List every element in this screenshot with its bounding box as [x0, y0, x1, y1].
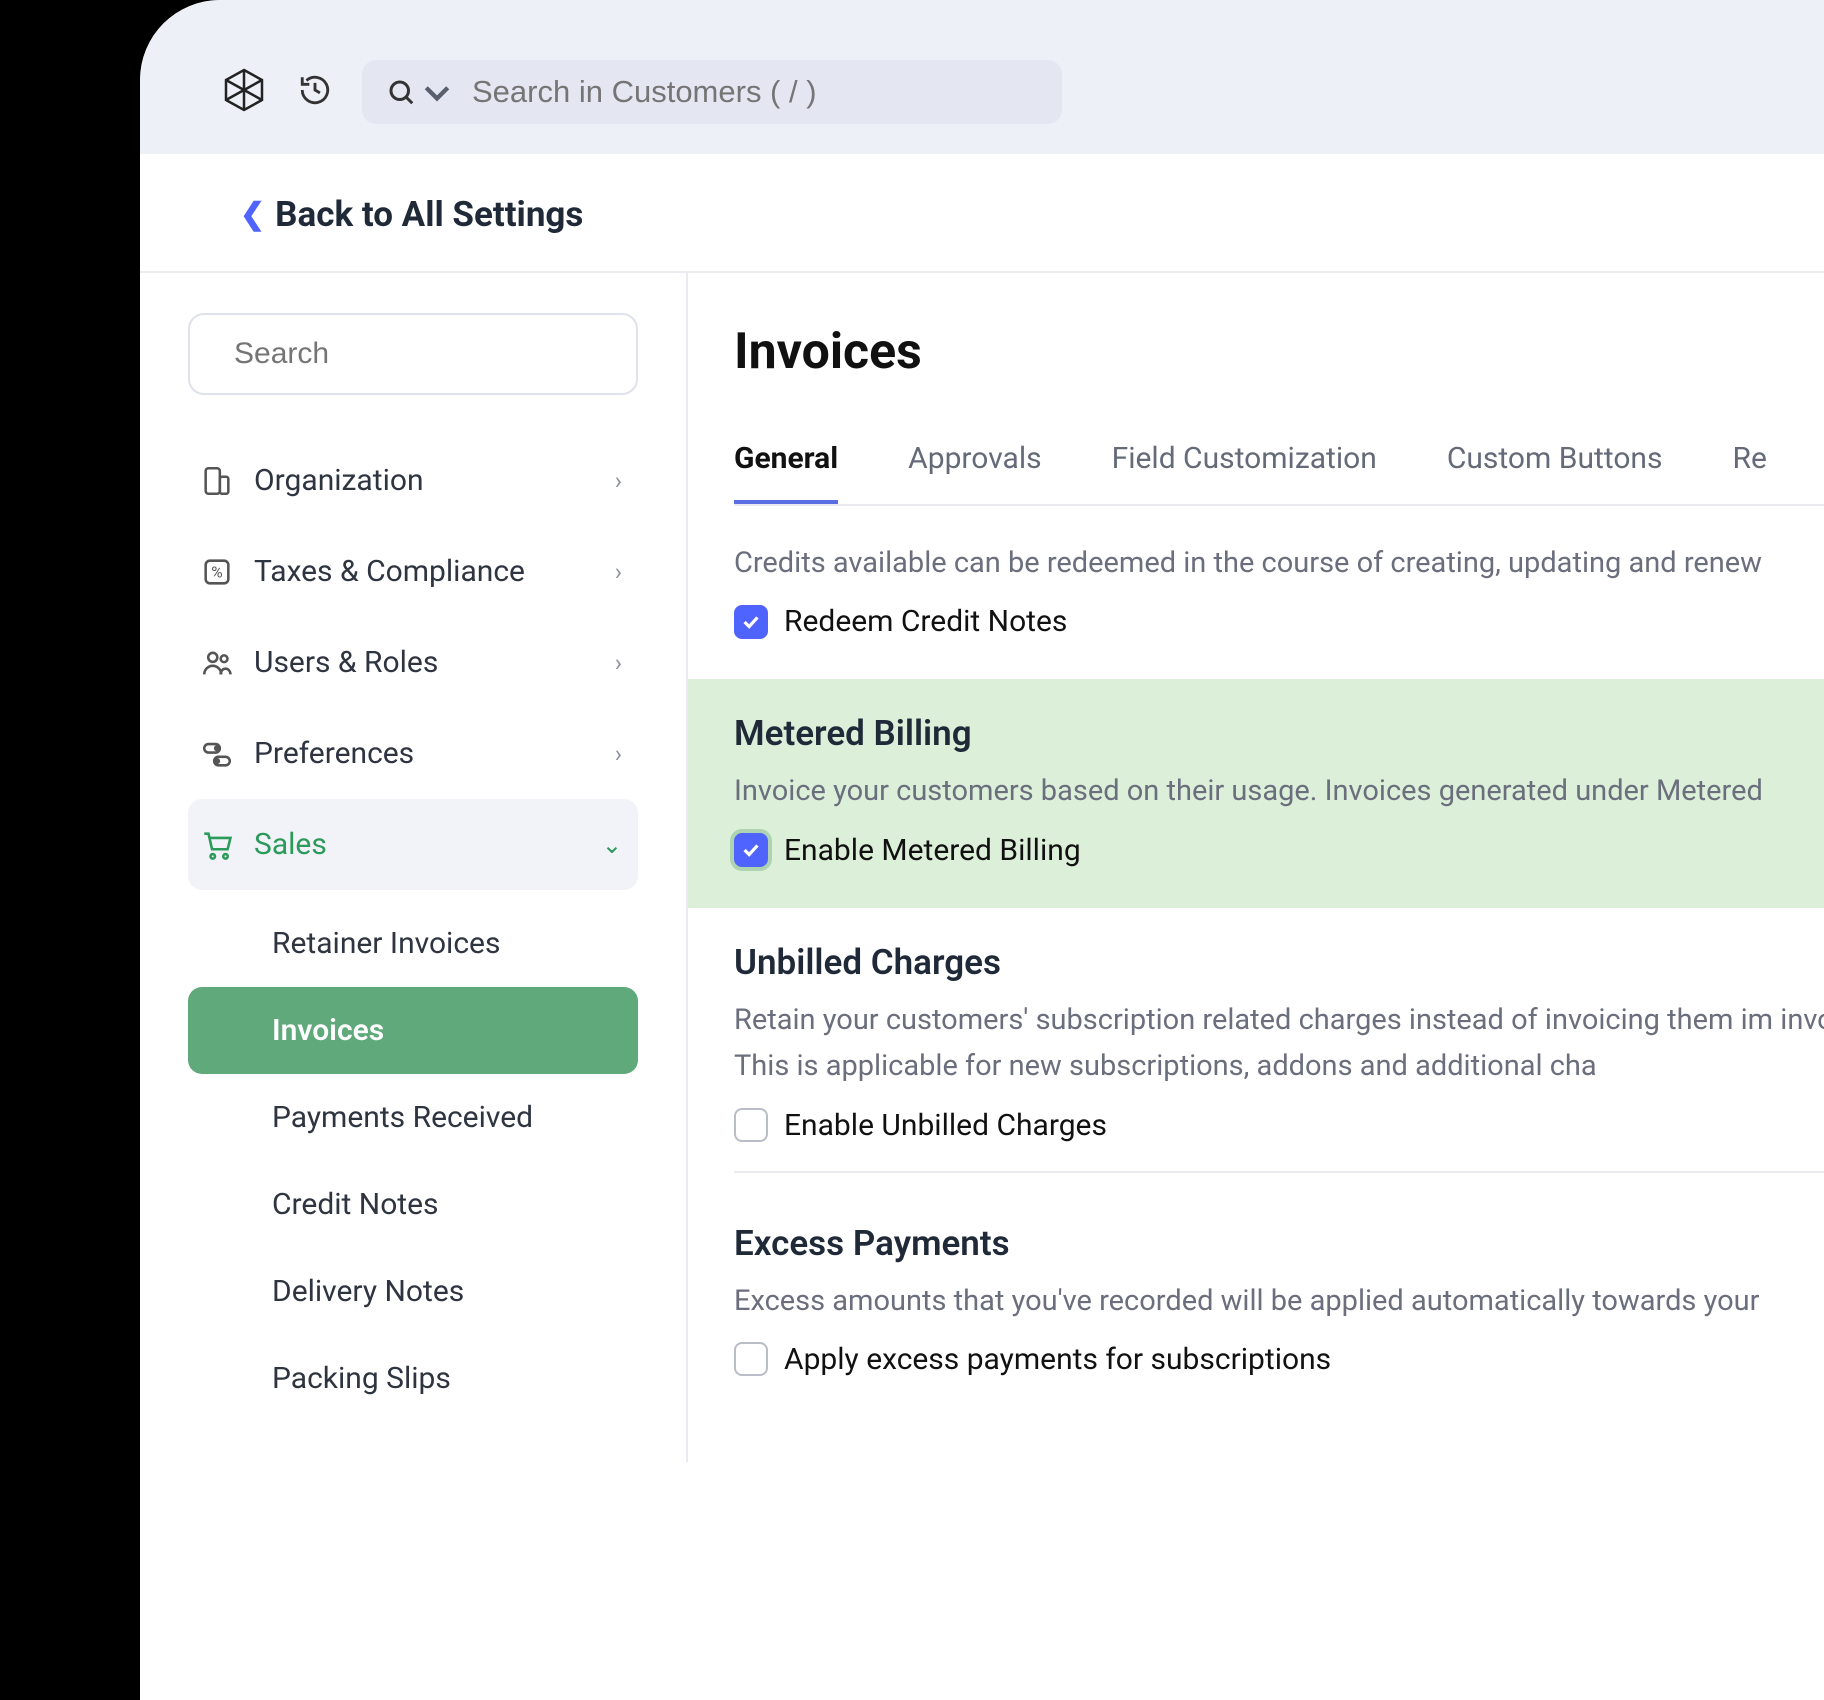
sidebar-search-input[interactable]	[234, 337, 620, 371]
body: Organization › % Taxes & Compliance ›	[140, 273, 1824, 1462]
checkbox-row-enable-unbilled-charges[interactable]: Enable Unbilled Charges	[734, 1108, 1824, 1143]
settings-sidebar: Organization › % Taxes & Compliance ›	[140, 273, 688, 1462]
sidebar-sub-packing-slips[interactable]: Packing Slips	[188, 1335, 638, 1422]
checkbox-row-redeem-credit-notes[interactable]: Redeem Credit Notes	[734, 604, 1824, 639]
divider	[734, 1171, 1824, 1173]
sidebar-sub-payments-received[interactable]: Payments Received	[188, 1074, 638, 1161]
global-search[interactable]	[362, 60, 1062, 124]
back-label: Back to All Settings	[275, 194, 583, 235]
main-content: Invoices General Approvals Field Customi…	[688, 273, 1824, 1462]
page-title: Invoices	[734, 323, 1824, 381]
chevron-down-icon: ⌄	[602, 831, 622, 859]
organization-icon	[200, 464, 234, 498]
tab-custom-buttons[interactable]: Custom Buttons	[1447, 441, 1663, 504]
checkbox-label: Enable Unbilled Charges	[784, 1108, 1107, 1143]
sidebar-sub-credit-notes[interactable]: Credit Notes	[188, 1161, 638, 1248]
checkbox-enable-metered-billing[interactable]	[734, 833, 768, 867]
svg-text:%: %	[211, 563, 222, 581]
history-icon[interactable]	[298, 73, 332, 111]
section-desc: Invoice your customers based on their us…	[734, 768, 1824, 814]
sidebar-search[interactable]	[188, 313, 638, 395]
checkbox-label: Apply excess payments for subscriptions	[784, 1342, 1331, 1377]
sidebar-item-organization[interactable]: Organization ›	[188, 435, 638, 526]
sidebar-item-label: Organization	[254, 463, 424, 498]
chevron-right-icon: ›	[615, 649, 622, 677]
sidebar-sales-submenu: Retainer Invoices Invoices Payments Rece…	[188, 900, 638, 1422]
sidebar-item-users[interactable]: Users & Roles ›	[188, 617, 638, 708]
section-metered-billing: Metered Billing Invoice your customers b…	[688, 679, 1824, 907]
checkbox-label: Enable Metered Billing	[784, 833, 1081, 868]
checkbox-apply-excess-payments[interactable]	[734, 1342, 768, 1376]
chevron-right-icon: ›	[615, 558, 622, 586]
section-desc: Credits available can be redeemed in the…	[734, 540, 1824, 586]
sidebar-item-preferences[interactable]: Preferences ›	[188, 708, 638, 799]
users-icon	[200, 646, 234, 680]
sidebar-item-label: Users & Roles	[254, 645, 438, 680]
search-icon	[386, 77, 416, 107]
sidebar-item-label: Taxes & Compliance	[254, 554, 525, 589]
sidebar-item-taxes[interactable]: % Taxes & Compliance ›	[188, 526, 638, 617]
section-desc: Retain your customers' subscription rela…	[734, 997, 1824, 1090]
checkbox-redeem-credit-notes[interactable]	[734, 605, 768, 639]
section-title: Metered Billing	[734, 713, 1824, 754]
sidebar-item-label: Preferences	[254, 736, 414, 771]
checkbox-row-enable-metered-billing[interactable]: Enable Metered Billing	[734, 833, 1824, 868]
sidebar-sub-delivery-notes[interactable]: Delivery Notes	[188, 1248, 638, 1335]
chevron-left-icon: ❮	[240, 197, 265, 232]
topbar	[140, 0, 1824, 154]
section-credits: Credits available can be redeemed in the…	[734, 506, 1824, 679]
chevron-right-icon: ›	[615, 467, 622, 495]
check-icon	[740, 839, 762, 861]
chevron-right-icon: ›	[615, 740, 622, 768]
sidebar-sub-retainer-invoices[interactable]: Retainer Invoices	[188, 900, 638, 987]
cart-icon	[200, 828, 234, 862]
tab-field-customization[interactable]: Field Customization	[1112, 441, 1377, 504]
back-to-settings-link[interactable]: ❮ Back to All Settings	[240, 194, 583, 235]
section-unbilled-charges: Unbilled Charges Retain your customers' …	[734, 908, 1824, 1213]
checkbox-row-apply-excess-payments[interactable]: Apply excess payments for subscriptions	[734, 1342, 1824, 1377]
tab-general[interactable]: General	[734, 441, 838, 504]
section-excess-payments: Excess Payments Excess amounts that you'…	[734, 1213, 1824, 1417]
section-desc: Excess amounts that you've recorded will…	[734, 1278, 1824, 1324]
app-window: ❮ Back to All Settings Organiz	[140, 0, 1824, 1700]
section-title: Excess Payments	[734, 1223, 1824, 1264]
search-scope-dropdown[interactable]	[386, 77, 452, 107]
sidebar-item-label: Sales	[254, 827, 327, 862]
tab-related-lists[interactable]: Re	[1732, 441, 1766, 504]
app-logo-icon	[220, 66, 268, 118]
taxes-icon: %	[200, 555, 234, 589]
preferences-icon	[200, 737, 234, 771]
global-search-input[interactable]	[462, 74, 1038, 110]
back-row: ❮ Back to All Settings	[140, 154, 1824, 273]
tabs: General Approvals Field Customization Cu…	[734, 441, 1824, 506]
checkbox-enable-unbilled-charges[interactable]	[734, 1108, 768, 1142]
sidebar-item-sales[interactable]: Sales ⌄	[188, 799, 638, 890]
sidebar-sub-invoices[interactable]: Invoices	[188, 987, 638, 1074]
section-title: Unbilled Charges	[734, 942, 1824, 983]
chevron-down-icon	[422, 77, 452, 107]
check-icon	[740, 611, 762, 633]
tab-approvals[interactable]: Approvals	[908, 441, 1041, 504]
checkbox-label: Redeem Credit Notes	[784, 604, 1067, 639]
